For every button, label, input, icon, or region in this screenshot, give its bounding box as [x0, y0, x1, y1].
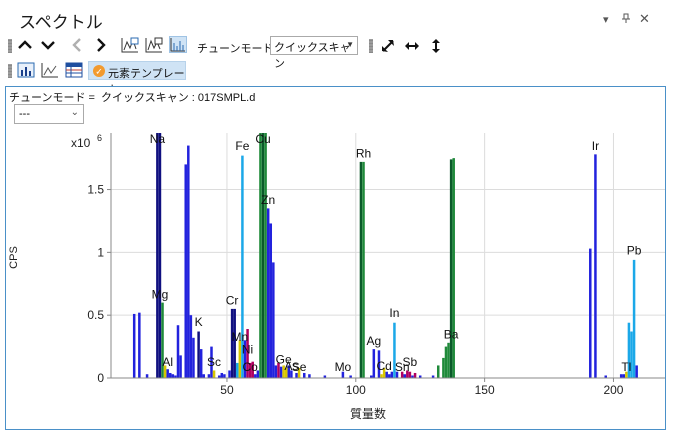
element-label: Ag	[366, 334, 381, 348]
spectrum-peak	[220, 372, 224, 378]
element-label: Cr	[226, 294, 239, 308]
spectrum-peak	[388, 374, 391, 378]
spectrum-peak	[274, 365, 278, 378]
element-label: Ir	[592, 139, 599, 153]
spectrum-peak	[452, 158, 455, 378]
spectrum-peak	[228, 370, 231, 378]
y-multiplier: x10	[71, 136, 91, 150]
y-tick-label: 1	[97, 245, 104, 259]
spectrum-peak	[187, 145, 190, 378]
spectrum-peak	[359, 161, 363, 378]
spectrum-peak	[207, 374, 211, 378]
spectrum-peak	[264, 133, 267, 378]
element-label: Se	[292, 360, 307, 374]
x-tick-label: 150	[475, 383, 495, 397]
spectrum-peak	[236, 362, 239, 378]
element-label: Cd	[376, 359, 391, 373]
y-axis-title: CPS	[8, 246, 20, 269]
spectrum-peak	[179, 355, 182, 378]
element-label: Ni	[242, 343, 253, 357]
spectrum-peak	[449, 159, 453, 378]
spectrum-peak	[372, 349, 376, 378]
spectrum-peak	[403, 374, 406, 378]
spectrum-peak	[594, 154, 597, 378]
spectrum-peak	[197, 331, 200, 378]
spectrum-peak	[442, 357, 445, 378]
spectrum-chart[interactable]: 50 100 150 200 0 0.5 1 1.5 x10 6 質量数 CPS Na Mg Al K Sc Cr…	[0, 0, 676, 436]
spectrum-peak	[380, 374, 383, 378]
spectrum-peak	[269, 223, 273, 378]
element-label: Sc	[207, 355, 221, 369]
spectrum-peak	[158, 133, 162, 378]
element-label: Ba	[444, 328, 459, 342]
element-label: Sb	[403, 355, 418, 369]
element-label: Al	[162, 355, 173, 369]
element-label: In	[389, 306, 399, 320]
element-label: Mo	[335, 360, 352, 374]
spectrum-peak	[238, 340, 242, 378]
spectrum-peak	[192, 337, 195, 378]
spectrum-peak	[212, 370, 216, 378]
spectrum-peak	[166, 369, 169, 378]
y-tick-label: 0	[97, 371, 104, 385]
spectrum-peak	[413, 372, 417, 378]
element-label: Co	[242, 360, 258, 374]
spectrum-peak	[632, 259, 636, 378]
element-label: Pb	[627, 243, 642, 257]
element-label: Fe	[235, 139, 249, 153]
element-label: Tl	[621, 360, 631, 374]
y-tick-label: 0.5	[87, 308, 104, 322]
spectrum-peak	[436, 365, 440, 378]
spectrum-peak	[308, 374, 311, 378]
spectrum-peak	[279, 366, 283, 378]
x-axis-title: 質量数	[350, 406, 386, 421]
spectrum-peak	[272, 262, 275, 378]
x-tick-label: 100	[346, 383, 366, 397]
spectrum-peak	[259, 133, 262, 378]
spectrum-peak	[202, 374, 206, 378]
element-label: Na	[150, 132, 166, 146]
element-label: K	[195, 315, 203, 329]
element-label: Rh	[356, 147, 371, 161]
element-label: Zn	[261, 193, 275, 207]
spectrum-peak	[138, 312, 141, 378]
spectrum-peak	[266, 208, 270, 378]
element-label: Cu	[255, 132, 270, 146]
spectrum-peak	[156, 133, 159, 378]
spectrum-peak	[447, 342, 450, 378]
spectrum-peak	[254, 374, 257, 378]
spectrum-peak	[635, 365, 638, 378]
spectrum-peak	[171, 374, 175, 378]
element-label: Mg	[152, 287, 169, 301]
spectrum-peak	[589, 248, 592, 378]
spectrum-peak	[622, 374, 626, 378]
y-tick-label: 1.5	[87, 183, 104, 197]
x-tick-label: 50	[220, 383, 234, 397]
spectrum-peak	[261, 133, 265, 378]
spectrum-peak	[184, 164, 187, 378]
spectrum-peak	[132, 313, 136, 378]
spectrum-peak	[223, 374, 226, 378]
spectrum-peak	[169, 372, 172, 378]
spectrum-peak	[189, 315, 193, 378]
spectrum-peak	[176, 325, 180, 378]
x-tick-label: 200	[603, 383, 623, 397]
spectrum-peak	[199, 349, 203, 378]
y-multiplier-exponent: 6	[97, 133, 102, 143]
spectrum-peak	[145, 374, 149, 378]
spectrum-peak	[362, 161, 365, 378]
spectrum-peak	[444, 346, 448, 378]
spectrum-peak	[619, 374, 623, 378]
